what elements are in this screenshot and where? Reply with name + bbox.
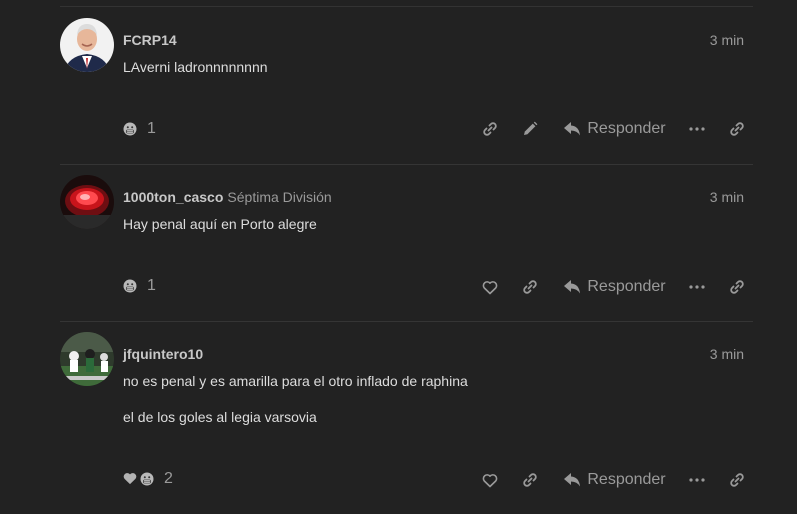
link-icon [483,122,497,136]
reactions[interactable]: 1 [123,119,156,139]
post-jfquintero10: jfquintero10 3 min no es penal y es amar… [60,332,753,512]
heart-icon [482,280,498,294]
post-meta: FCRP14 [123,32,177,48]
reaction-count: 1 [147,120,156,137]
post-time[interactable]: 3 min [710,32,744,48]
link-icon [523,280,537,294]
share-link-button[interactable] [726,117,748,141]
post-meta: jfquintero10 [123,346,203,362]
username[interactable]: jfquintero10 [123,346,203,362]
reactions[interactable]: 1 [123,276,156,296]
user-title: Séptima División [227,189,332,205]
grimacing-face-icon [140,472,154,486]
like-button[interactable] [479,275,501,299]
post-text: el de los goles al legia varsovia [123,409,317,425]
grey-heart-icon [123,472,137,486]
username[interactable]: FCRP14 [123,32,177,48]
grimacing-face-icon [123,122,137,136]
edit-button[interactable] [519,117,541,141]
reply-button[interactable]: Responder [563,468,667,492]
post-time[interactable]: 3 min [710,189,744,205]
reaction-count: 1 [147,277,156,294]
post-divider [60,321,753,322]
reply-label: Responder [587,471,666,488]
reply-label: Responder [587,278,666,295]
post-time[interactable]: 3 min [710,346,744,362]
link-button[interactable] [479,117,501,141]
post-text: no es penal y es amarilla para el otro i… [123,373,468,389]
more-button[interactable] [686,275,708,299]
avatar[interactable] [60,332,114,386]
more-button[interactable] [686,117,708,141]
share-link-button[interactable] [726,468,748,492]
like-button[interactable] [479,468,501,492]
post-text: Hay penal aquí en Porto alegre [123,216,317,232]
reply-icon [564,122,581,136]
reply-button[interactable]: Responder [563,117,667,141]
reply-icon [564,280,581,294]
top-divider [60,6,753,7]
ellipsis-icon [689,285,705,289]
reply-icon [564,473,581,487]
grimacing-face-icon [123,279,137,293]
post-divider [60,164,753,165]
link-icon [730,473,744,487]
post-1000ton-casco: 1000ton_casco Séptima División 3 min Hay … [60,175,753,315]
username[interactable]: 1000ton_casco [123,189,223,205]
ellipsis-icon [689,127,705,131]
avatar[interactable] [60,175,114,229]
share-link-button[interactable] [726,275,748,299]
link-icon [523,473,537,487]
avatar[interactable] [60,18,114,72]
heart-icon [482,473,498,487]
link-button[interactable] [519,468,541,492]
post-text: LAverni ladronnnnnnnn [123,59,268,75]
reply-button[interactable]: Responder [563,275,667,299]
post-meta: 1000ton_casco Séptima División [123,189,332,205]
pencil-icon [524,121,538,135]
ellipsis-icon [689,478,705,482]
link-icon [730,280,744,294]
more-button[interactable] [686,468,708,492]
link-button[interactable] [519,275,541,299]
reactions[interactable]: 2 [123,469,173,489]
post-fcrp14: FCRP14 3 min LAverni ladronnnnnnnn 1 Res… [60,18,753,158]
reaction-count: 2 [164,470,173,487]
link-icon [730,122,744,136]
reply-label: Responder [587,120,666,137]
